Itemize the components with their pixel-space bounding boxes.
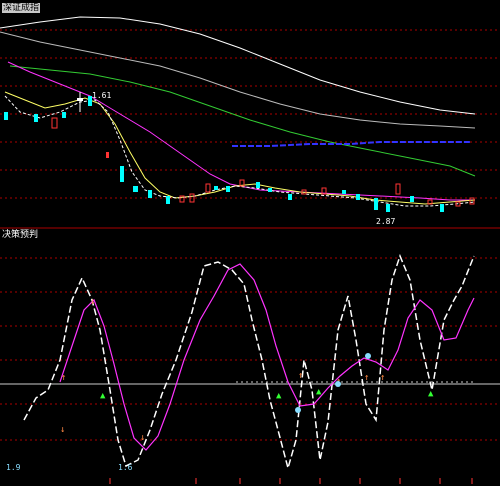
ma-long-white	[0, 16, 476, 115]
candle	[226, 186, 230, 192]
candle	[148, 190, 152, 198]
candle	[410, 196, 414, 202]
ma-magenta	[7, 61, 475, 201]
sub-bottom-mid-label: 1.6	[118, 463, 133, 472]
sub-grid	[0, 257, 500, 441]
price-high-label: 1.61	[92, 91, 111, 100]
diamond-signal-marker	[335, 381, 341, 387]
buy-signal-marker: ▲	[316, 387, 322, 397]
osc-white-line	[23, 253, 475, 471]
candle	[62, 112, 66, 118]
candle	[356, 194, 360, 200]
sub-panel-header: 决策预判	[2, 229, 46, 241]
main-panel-header: 深证成指	[2, 2, 48, 14]
candle	[133, 186, 138, 192]
buy-signal-marker: ▲	[276, 391, 282, 401]
sell-signal-marker: ↓	[140, 433, 145, 443]
chart-stage: 1.61 2.87 ↑ ▲ ▲ ▲ ▲ ↑ ↑ ↑ ↑ ↓ ↓ ↓	[0, 16, 500, 484]
buy-signal-marker: ▲	[100, 391, 106, 401]
candle	[288, 194, 292, 200]
buy-signal-marker: ↑	[364, 373, 369, 383]
bottom-ticks	[109, 478, 473, 484]
candle	[205, 183, 211, 193]
candle	[214, 186, 218, 190]
sell-signal-marker: ↓	[60, 425, 65, 435]
ma-yellow	[4, 91, 476, 205]
buy-signal-marker: ▲	[428, 389, 434, 399]
candle	[51, 117, 58, 129]
candle	[395, 183, 401, 195]
diamond-signal-marker	[295, 407, 301, 413]
sub-bottom-left-label: 1.9	[6, 463, 21, 472]
candle	[106, 152, 109, 158]
candle	[166, 196, 170, 204]
sell-signal-marker: ↓	[90, 297, 95, 307]
diamond-signal-marker	[365, 353, 371, 359]
candle	[256, 182, 260, 188]
candle	[268, 188, 272, 192]
buy-signal-marker: ↑	[298, 371, 303, 381]
candle	[77, 98, 83, 101]
buy-signal-marker: ↑	[380, 373, 385, 383]
candle	[120, 166, 124, 182]
candle	[386, 204, 390, 212]
candle	[374, 198, 378, 210]
ma-blue	[232, 141, 470, 147]
candle	[469, 197, 475, 205]
candle	[440, 204, 444, 212]
candle	[4, 112, 8, 120]
candle	[34, 114, 38, 122]
candle	[342, 190, 346, 194]
price-low-label: 2.87	[376, 217, 395, 226]
ma-fast-white	[4, 95, 476, 207]
candles	[4, 92, 475, 212]
stock-name[interactable]: 深证成指	[2, 3, 41, 13]
main-grid	[0, 29, 500, 199]
sub-panel-name[interactable]: 决策预判	[2, 230, 38, 240]
ma-green	[9, 65, 476, 177]
buy-signal-marker: ↑	[61, 373, 66, 383]
